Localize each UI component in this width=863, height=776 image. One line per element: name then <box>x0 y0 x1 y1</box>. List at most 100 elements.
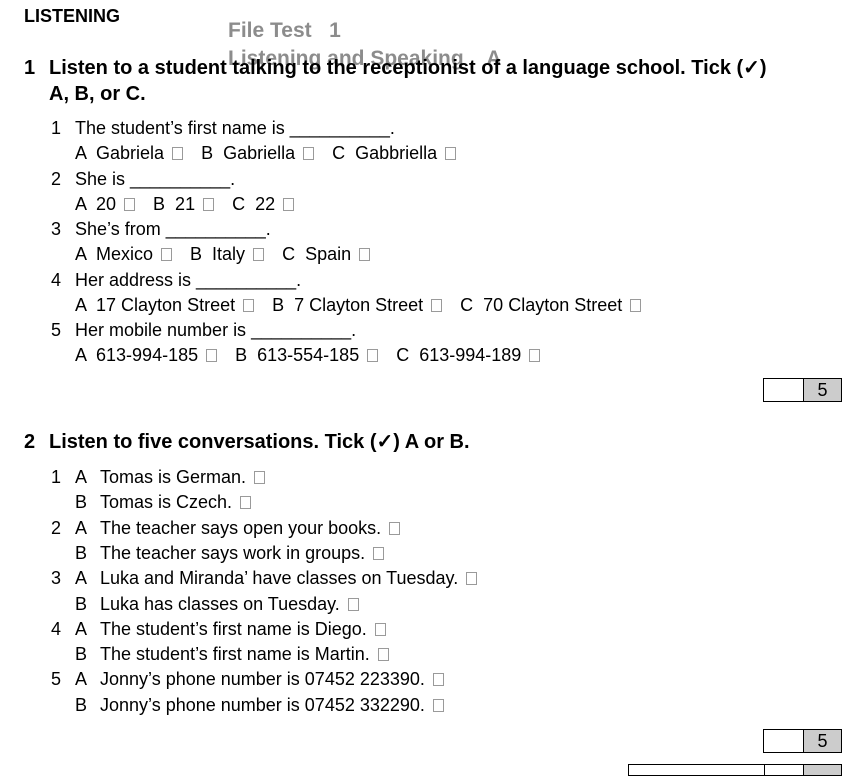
total-score-input[interactable] <box>765 765 804 775</box>
answer-option: Tomas is German. <box>100 467 266 487</box>
options-row: A 17 Clayton Street B 7 Clayton Street C 7… <box>75 295 659 315</box>
option-label: B 613-554-185 <box>235 345 360 366</box>
option-label: Tomas is German. <box>100 467 247 487</box>
tick-checkbox[interactable] <box>172 147 184 160</box>
answer-option: Luka has classes on Tuesday. <box>100 594 359 614</box>
answer-option: C Spain <box>282 244 371 264</box>
tick-checkbox[interactable] <box>432 673 444 687</box>
answer-option: C 70 Clayton Street <box>460 294 642 315</box>
answer-option: B Italy <box>190 244 265 264</box>
question-number: 2 <box>51 168 62 189</box>
tick-checkbox[interactable] <box>367 349 379 363</box>
options-row: A Mexico B Italy C Spain <box>75 244 388 264</box>
answer-option: Jonny’s phone number is 07452 332290. <box>100 695 444 715</box>
question-number: 3 <box>51 219 62 240</box>
option-label: C Gabbriella <box>332 143 438 163</box>
tick-checkbox[interactable] <box>445 147 457 160</box>
option-letter: A <box>75 517 88 538</box>
tick-checkbox[interactable] <box>466 572 478 586</box>
task2-number: 2 <box>24 431 36 453</box>
task1-instruction-cont: A, B, or C. <box>49 83 146 105</box>
answer-option: C 22 <box>232 193 295 214</box>
answer-option: The teacher says work in groups. <box>100 542 385 563</box>
answer-option: B Gabriella <box>201 143 315 163</box>
answer-option: The student’s first name is Martin. <box>100 644 389 664</box>
tick-checkbox[interactable] <box>303 147 315 160</box>
option-label: B Gabriella <box>201 143 296 163</box>
option-label: A 17 Clayton Street <box>75 294 236 315</box>
tick-checkbox[interactable] <box>347 597 359 611</box>
option-letter: A <box>75 467 88 487</box>
tick-checkbox[interactable] <box>377 648 389 662</box>
task2-score-box: 5 <box>763 729 842 753</box>
tick-checkbox[interactable] <box>161 248 173 262</box>
header-title: File Test 1 <box>228 19 341 42</box>
tick-checkbox[interactable] <box>206 349 218 363</box>
total-score-label-cell <box>629 765 765 775</box>
answer-option: A 613-994-185 <box>75 345 218 365</box>
tick-checkbox[interactable] <box>389 521 401 535</box>
tick-checkbox[interactable] <box>283 197 295 211</box>
tick-checkbox[interactable] <box>432 698 444 712</box>
question-number: 1 <box>51 467 62 487</box>
answer-option: The student’s first name is Diego. <box>100 619 386 639</box>
option-label: C 22 <box>232 193 276 214</box>
answer-option: B 613-554-185 <box>235 345 379 366</box>
task1-score-box: 5 <box>763 378 842 402</box>
tick-checkbox[interactable] <box>359 248 371 262</box>
tick-checkbox[interactable] <box>253 248 265 262</box>
option-label: A Mexico <box>75 244 154 265</box>
task2-score-max: 5 <box>804 730 841 752</box>
option-letter: A <box>75 568 88 589</box>
answer-option: A Gabriela <box>75 143 184 163</box>
option-label: A Gabriela <box>75 143 165 163</box>
option-letter: B <box>75 492 88 513</box>
option-label: Luka has classes on Tuesday. <box>100 593 340 614</box>
answer-option: Tomas is Czech. <box>100 492 252 513</box>
question-number: 4 <box>51 618 62 639</box>
task2-score-input[interactable] <box>764 730 804 752</box>
question-number: 2 <box>51 517 62 538</box>
tick-checkbox[interactable] <box>203 197 215 211</box>
options-row: A 20 B 21 C 22 <box>75 194 312 214</box>
option-label: The student’s first name is Diego. <box>100 618 367 639</box>
tick-checkbox[interactable] <box>373 546 385 560</box>
tick-checkbox[interactable] <box>124 197 136 211</box>
task1-instruction: Listen to a student talking to the recep… <box>49 57 767 79</box>
answer-option: C 613-994-189 <box>396 345 541 366</box>
tick-checkbox[interactable] <box>431 298 443 312</box>
task1-score-input[interactable] <box>764 379 804 401</box>
option-label: C 613-994-189 <box>396 345 522 366</box>
question-number: 3 <box>51 568 62 589</box>
question-number: 5 <box>51 669 62 690</box>
total-score-max-cell <box>804 765 841 775</box>
answer-option: B 21 <box>153 193 215 214</box>
option-label: Jonny’s phone number is 07452 223390. <box>100 669 425 690</box>
question-number: 4 <box>51 269 62 290</box>
tick-checkbox[interactable] <box>243 298 255 312</box>
tick-checkbox[interactable] <box>529 349 541 363</box>
option-label: Luka and Miranda’ have classes on Tuesda… <box>100 568 459 589</box>
option-label: The teacher says work in groups. <box>100 542 366 563</box>
tick-checkbox[interactable] <box>240 496 252 510</box>
option-label: C 70 Clayton Street <box>460 294 623 315</box>
tick-checkbox[interactable] <box>374 622 386 636</box>
option-letter: A <box>75 669 88 690</box>
option-label: B 7 Clayton Street <box>272 294 424 315</box>
task1-heading: 1 Listen to a student talking to the rece… <box>24 55 854 107</box>
answer-option: A 20 <box>75 194 136 214</box>
question-number: 5 <box>51 320 62 341</box>
answer-option: Jonny’s phone number is 07452 223390. <box>100 669 444 689</box>
answer-option: A Mexico <box>75 244 173 265</box>
tick-checkbox[interactable] <box>254 471 266 484</box>
total-score-box <box>628 764 842 776</box>
question-number: 1 <box>51 118 62 138</box>
tick-checkbox[interactable] <box>630 298 642 312</box>
option-label: B 21 <box>153 193 196 214</box>
option-label: Jonny’s phone number is 07452 332290. <box>100 694 425 715</box>
task1-score-max: 5 <box>804 379 841 401</box>
option-label: Tomas is Czech. <box>100 492 233 513</box>
task2-heading: 2 Listen to five conversations. Tick (✓) … <box>24 429 470 455</box>
answer-option: C Gabbriella <box>332 143 457 163</box>
question-text: Her address is __________. <box>75 269 302 290</box>
